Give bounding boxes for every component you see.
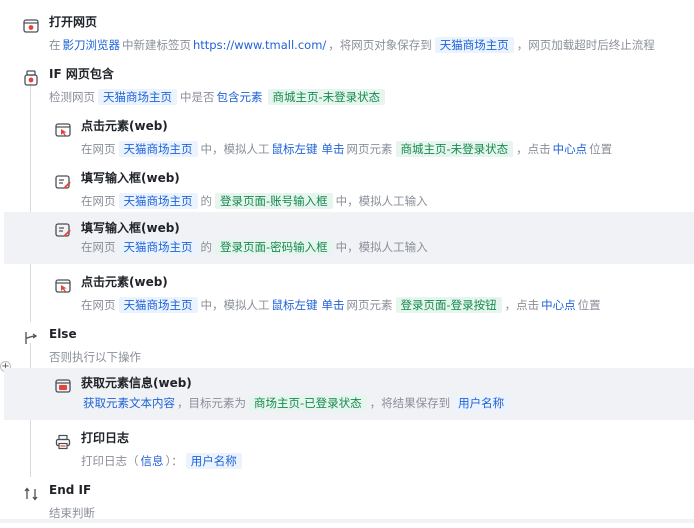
description-text: 中新建标签页	[122, 38, 191, 52]
step-description: 在网页 天猫商场主页的登录页面-账号输入框 中，模拟人工输入	[81, 193, 428, 209]
description-text: ，点击	[516, 142, 551, 156]
click-element-icon	[55, 278, 71, 294]
description-text: 否则执行以下操作	[49, 350, 141, 364]
description-text: 的	[200, 240, 213, 254]
element-chip[interactable]: 商城主页-未登录状态	[267, 89, 386, 105]
parameter-value[interactable]: 中心点	[553, 142, 588, 156]
step-click-element[interactable]: 点击元素(web) 在网页 天猫商场主页 中，模拟人工 鼠标左键 单击 网页元素 商城主页-…	[4, 112, 694, 164]
step-description: 在网页 天猫商场主页 中，模拟人工 鼠标左键 单击 网页元素 登录页面-登录按钮 ，点击 中心点…	[81, 297, 601, 313]
parameter-value[interactable]: 单击	[322, 142, 345, 156]
step-if-webpage-contains[interactable]: IF 网页包含 检测网页 天猫商场主页 中是否 包含元素 商城主页-未登录状态	[4, 60, 694, 112]
step-title: 打印日志	[81, 431, 130, 445]
description-text: ，将结果保存到	[369, 396, 451, 410]
variable-chip[interactable]: 天猫商场主页	[118, 141, 198, 157]
get-element-info-icon	[55, 378, 71, 394]
element-chip[interactable]: 登录页面-登录按钮	[395, 297, 502, 313]
variable-chip[interactable]: 用户名称	[185, 453, 242, 469]
description-text: ，网页加载超时后终止流程	[516, 38, 655, 52]
description-text: 中，模拟人工	[200, 142, 270, 156]
print-log-icon	[55, 434, 71, 450]
variable-chip[interactable]: 用户名称	[453, 395, 510, 411]
if-webpage-contains-icon	[23, 70, 39, 86]
step-description: 获取元素文本内容 ，目标元素为 商场主页-已登录状态 ，将结果保存到 用户名称	[81, 395, 512, 411]
element-chip[interactable]: 商场主页-已登录状态	[249, 395, 367, 411]
description-text: 网页元素	[346, 142, 393, 156]
step-title: 点击元素(web)	[81, 119, 168, 133]
horizontal-scrollbar[interactable]	[0, 519, 694, 523]
description-text: 在网页	[81, 298, 116, 312]
description-text: ，将网页对象保存到	[328, 38, 432, 52]
parameter-value[interactable]: 包含元素	[217, 90, 263, 104]
step-description: 在网页 天猫商场主页 中，模拟人工 鼠标左键 单击 网页元素 商城主页-未登录状态 ，点击 中心…	[81, 141, 612, 157]
step-print-log[interactable]: 打印日志 打印日志（ 信息）： 用户名称	[4, 424, 694, 476]
step-description: 在网页 天猫商场主页的登录页面-密码输入框 中，模拟人工输入	[81, 239, 428, 255]
description-text: ）：	[165, 454, 183, 468]
description-text: 结束判断	[49, 506, 95, 520]
description-text: 中，模拟人工输入	[335, 194, 428, 208]
parameter-value[interactable]: 单击	[322, 298, 345, 312]
step-fill-input-password[interactable]: 填写输入框(web) 在网页 天猫商场主页的登录页面-密码输入框 中，模拟人工输入	[4, 212, 694, 264]
step-title: 填写输入框(web)	[81, 221, 180, 235]
end-if-icon	[23, 486, 39, 502]
parameter-value[interactable]: 影刀浏览器	[63, 38, 121, 52]
step-title: 打开网页	[49, 15, 98, 29]
else-branch-icon	[23, 330, 39, 346]
parameter-value[interactable]: 鼠标左键	[272, 142, 318, 156]
variable-chip[interactable]: 天猫商场主页	[118, 297, 198, 313]
description-text: 中，模拟人工输入	[335, 240, 428, 254]
description-text: 的	[200, 194, 213, 208]
parameter-value[interactable]: 中心点	[541, 298, 576, 312]
description-text: 位置	[577, 298, 601, 312]
parameter-value[interactable]: https://www.tmall.com/	[193, 38, 326, 52]
step-description: 在影刀浏览器 中新建标签页 https://www.tmall.com/，将网页对象…	[49, 37, 655, 53]
variable-chip[interactable]: 天猫商场主页	[118, 239, 198, 255]
fill-input-icon	[55, 174, 71, 190]
parameter-value[interactable]: 信息	[141, 454, 164, 468]
description-text: 在网页	[81, 240, 116, 254]
step-fill-input-account[interactable]: 填写输入框(web) 在网页 天猫商场主页的登录页面-账号输入框 中，模拟人工输入	[4, 164, 694, 216]
step-open-webpage[interactable]: 打开网页 在影刀浏览器 中新建标签页 https://www.tmall.com/，…	[4, 8, 694, 60]
description-text: 检测网页	[49, 90, 95, 104]
description-text: 在	[49, 38, 61, 52]
step-title: End IF	[49, 483, 92, 497]
variable-chip[interactable]: 天猫商场主页	[98, 89, 177, 105]
step-description: 否则执行以下操作	[49, 349, 141, 365]
description-text: 网页元素	[346, 298, 393, 312]
step-get-element-info[interactable]: 获取元素信息(web) 获取元素文本内容 ，目标元素为 商场主页-已登录状态 ，将结果…	[4, 368, 694, 420]
element-chip[interactable]: 商城主页-未登录状态	[395, 141, 514, 157]
variable-chip[interactable]: 天猫商场主页	[118, 193, 198, 209]
description-text: 在网页	[81, 142, 116, 156]
description-text: 在网页	[81, 194, 116, 208]
parameter-value[interactable]: 鼠标左键	[272, 298, 318, 312]
description-text: 中，模拟人工	[200, 298, 270, 312]
open-webpage-icon	[23, 18, 39, 34]
fill-input-icon	[55, 222, 71, 238]
click-element-icon	[55, 122, 71, 138]
description-text: 中是否	[180, 90, 215, 104]
description-text: 位置	[589, 142, 613, 156]
step-click-login-button[interactable]: 点击元素(web) 在网页 天猫商场主页 中，模拟人工 鼠标左键 单击 网页元素 登录页面-…	[4, 268, 694, 320]
step-else[interactable]: Else 否则执行以下操作	[4, 320, 694, 372]
step-title: IF 网页包含	[49, 67, 114, 81]
step-title: 获取元素信息(web)	[81, 376, 192, 390]
element-chip[interactable]: 登录页面-账号输入框	[215, 193, 333, 209]
step-title: Else	[49, 327, 77, 341]
step-description: 检测网页 天猫商场主页 中是否 包含元素 商城主页-未登录状态	[49, 89, 388, 105]
description-text: ，点击	[504, 298, 540, 312]
step-description: 打印日志（ 信息）： 用户名称	[81, 453, 245, 469]
parameter-value[interactable]: 获取元素文本内容	[83, 396, 175, 410]
variable-chip[interactable]: 天猫商场主页	[434, 37, 514, 53]
description-text: ，目标元素为	[177, 396, 246, 410]
step-title: 填写输入框(web)	[81, 171, 180, 185]
description-text: 打印日志（	[81, 454, 139, 468]
step-title: 点击元素(web)	[81, 275, 168, 289]
element-chip[interactable]: 登录页面-密码输入框	[215, 239, 333, 255]
